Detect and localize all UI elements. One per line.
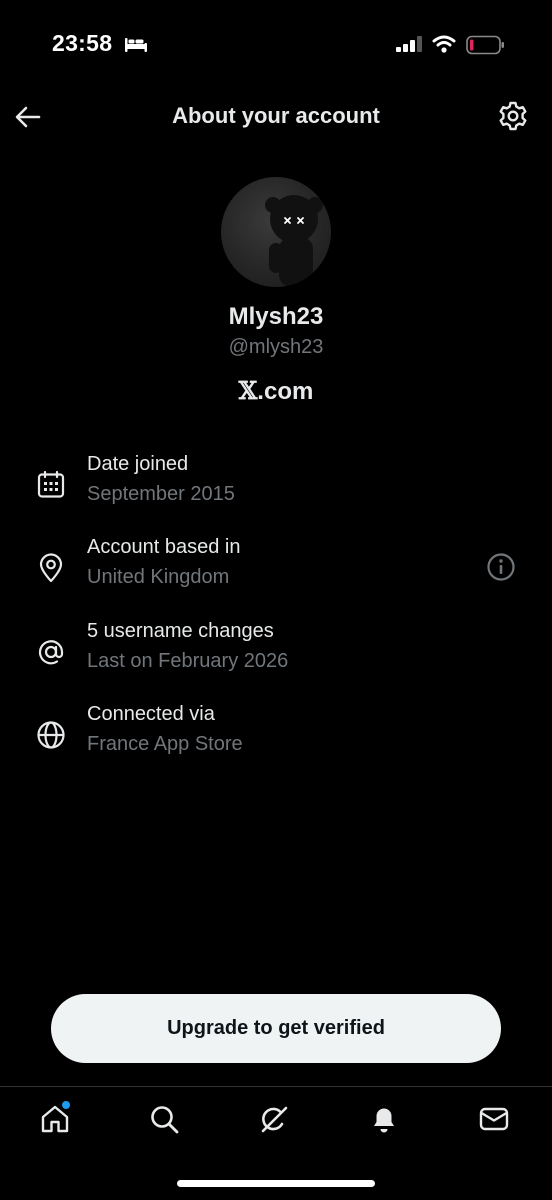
platform-suffix: .com bbox=[257, 378, 314, 405]
info-subtitle: September 2015 bbox=[87, 483, 235, 505]
globe-icon bbox=[36, 720, 66, 750]
info-title: Date joined bbox=[87, 453, 189, 475]
info-row-connected-via: Connected via France App Store bbox=[0, 703, 552, 773]
upgrade-button[interactable]: Upgrade to get verified bbox=[51, 994, 501, 1063]
info-title: 5 username changes bbox=[87, 620, 274, 642]
grok-icon[interactable] bbox=[258, 1103, 290, 1135]
gear-icon[interactable] bbox=[497, 100, 529, 132]
status-time: 23:58 bbox=[52, 30, 113, 56]
display-name: Mlysh23 bbox=[228, 303, 324, 330]
avatar[interactable] bbox=[221, 177, 331, 287]
info-subtitle: France App Store bbox=[87, 733, 243, 755]
status-bar: 23:58 bbox=[0, 0, 552, 90]
search-icon[interactable] bbox=[148, 1103, 180, 1135]
battery-icon bbox=[466, 35, 506, 60]
info-row-date-joined: Date joined September 2015 bbox=[0, 453, 552, 523]
info-title: Account based in bbox=[87, 536, 241, 558]
calendar-icon bbox=[36, 470, 66, 500]
header: About your account bbox=[0, 90, 552, 142]
platform-label: 𝕏.com bbox=[0, 376, 552, 406]
info-subtitle: Last on February 2026 bbox=[87, 650, 289, 672]
wifi-icon bbox=[432, 35, 456, 58]
home-indicator bbox=[177, 1180, 375, 1187]
page-title: About your account bbox=[172, 103, 380, 128]
about-account-screen: 23:58 About your account Mlysh23 @mlysh2… bbox=[0, 0, 552, 1200]
signal-icon bbox=[396, 36, 424, 57]
info-title: Connected via bbox=[87, 703, 215, 725]
x-logo: 𝕏 bbox=[238, 376, 258, 405]
at-sign-icon bbox=[36, 637, 66, 667]
notification-dot bbox=[62, 1101, 70, 1109]
info-row-account-based: Account based in United Kingdom bbox=[0, 536, 552, 606]
mail-icon[interactable] bbox=[478, 1103, 510, 1135]
info-icon[interactable] bbox=[486, 552, 516, 582]
info-row-username-changes: 5 username changes Last on February 2026 bbox=[0, 620, 552, 690]
location-pin-icon bbox=[36, 553, 66, 583]
bed-icon bbox=[124, 35, 148, 58]
handle: @mlysh23 bbox=[228, 336, 324, 358]
info-subtitle: United Kingdom bbox=[87, 566, 230, 588]
bell-icon[interactable] bbox=[368, 1103, 400, 1135]
